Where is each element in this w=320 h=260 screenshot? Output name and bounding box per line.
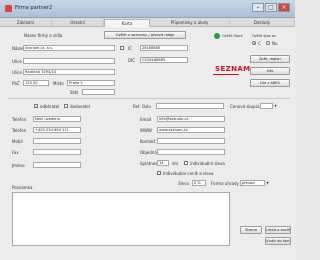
save-close-button[interactable]: Uložit a zavřít xyxy=(265,226,291,234)
sleva-label: Sleva xyxy=(178,181,189,186)
title-bar: Firma partner2 – □ × xyxy=(0,0,295,18)
psc-field[interactable]: 150 00 xyxy=(23,80,49,86)
seznam-logo: SEZNAM xyxy=(215,65,251,73)
dic-label: DIČ xyxy=(128,58,136,63)
tab-pripominky[interactable]: Připomínky a úkoly xyxy=(150,19,230,27)
dodavatel-label: dodavatel xyxy=(70,104,90,109)
tab-bar: Základní Ostatní Karta Připomínky a úkol… xyxy=(0,18,295,27)
close-button[interactable]: × xyxy=(278,3,290,12)
stat-field[interactable] xyxy=(82,89,115,95)
radio-nu[interactable] xyxy=(266,41,270,45)
misto-field[interactable]: Praha 5 xyxy=(67,80,115,86)
misto-label: Místo xyxy=(53,81,64,86)
psc-label: PSČ xyxy=(12,81,20,86)
ic-label: IČ xyxy=(128,46,132,51)
mobil-label: Mobil xyxy=(12,139,23,144)
ulice-field[interactable] xyxy=(23,58,115,64)
odberatel-label: odběratel xyxy=(40,104,60,109)
verify-label: Ověřit stav se xyxy=(252,34,276,38)
storno-button[interactable]: Storno xyxy=(240,226,262,234)
price-list-label: Individuální ceník a sleva xyxy=(163,171,214,176)
radio-c-label: C xyxy=(258,41,261,46)
side-button-3[interactable]: Dle z ARES xyxy=(250,79,290,87)
radio-nu-label: Nu xyxy=(272,41,278,46)
ref-label: Ref. číslo xyxy=(133,104,151,109)
objednavka-field[interactable] xyxy=(157,149,225,155)
dodavatel-checkbox[interactable] xyxy=(64,104,68,108)
verified-label: Ověřit Stará xyxy=(222,34,243,38)
fax-label: Fax xyxy=(12,150,19,155)
minimize-button[interactable]: – xyxy=(252,3,264,12)
telefon-field[interactable]: Není uvedeno xyxy=(33,116,81,122)
radio-c[interactable] xyxy=(252,41,256,45)
cenova-dropdown-icon[interactable]: ▾ xyxy=(272,103,278,109)
side-button-2[interactable]: Info xyxy=(250,67,290,75)
insert-invoice-button[interactable]: Vložit do fakt. xyxy=(265,237,291,245)
ulice-value-field[interactable]: Radlická 3294/10 xyxy=(23,69,115,75)
mobil-field[interactable] xyxy=(33,138,81,144)
tab-karta[interactable]: Karta xyxy=(104,19,150,27)
lookup-button[interactable]: Ověřit v seznamu / převzít údaje xyxy=(104,31,186,39)
kontakt-field[interactable] xyxy=(157,138,225,144)
window: Firma partner2 – □ × Základní Ostatní Ka… xyxy=(0,0,295,260)
forma-label: Forma úhrady xyxy=(211,181,239,186)
telefon2-label: Telefon xyxy=(12,128,27,133)
tab-ostatni[interactable]: Ostatní xyxy=(52,19,104,27)
notes-label: Poznámka xyxy=(12,185,33,190)
forma-dropdown-icon[interactable]: ▾ xyxy=(264,180,270,186)
telefon2-field[interactable]: +420 234 694 111 xyxy=(33,127,81,133)
jmeno-field[interactable] xyxy=(33,162,81,168)
fax-field[interactable] xyxy=(33,149,81,155)
verified-status-icon xyxy=(214,33,220,39)
splatnost-unit: dní xyxy=(172,161,179,166)
nazev-field[interactable]: Seznam.cz, a.s. xyxy=(23,45,115,51)
email-field[interactable]: info@seznam.cz xyxy=(157,116,225,122)
stat-label: Stát xyxy=(70,90,79,95)
www-field[interactable]: www.seznam.cz xyxy=(157,127,225,133)
ulice-label: Ulice xyxy=(12,59,22,64)
maximize-button[interactable]: □ xyxy=(265,3,277,12)
individual-label: individuální sleva xyxy=(190,161,225,166)
ulice2-label: Ulice xyxy=(12,70,22,75)
notes-textarea[interactable] xyxy=(12,192,230,246)
side-button-1[interactable]: Zpět, registr xyxy=(250,55,290,63)
odberatel-checkbox[interactable]: ✓ xyxy=(34,104,38,109)
tab-doklady[interactable]: Doklady xyxy=(230,19,295,27)
telefon-label: Telefon xyxy=(12,117,27,122)
app-icon xyxy=(5,5,12,12)
ic-checkbox[interactable] xyxy=(120,46,124,50)
logo-underline xyxy=(213,74,239,75)
kontakt-label: Kontakt xyxy=(140,139,156,144)
sleva-field[interactable]: 0 % xyxy=(192,180,206,186)
jmeno-label: Jméno xyxy=(12,163,25,168)
dic-field[interactable]: CZ26168685 xyxy=(140,57,188,63)
email-label: Email xyxy=(140,117,152,122)
tab-zakladni[interactable]: Základní xyxy=(0,19,52,27)
splatnost-field[interactable]: 14 xyxy=(157,160,169,166)
cenova-label: Cenová skupina xyxy=(230,104,262,109)
price-list-checkbox[interactable] xyxy=(157,171,161,175)
divider xyxy=(8,98,290,99)
ref-field[interactable] xyxy=(156,103,224,109)
www-label: WWW xyxy=(140,128,152,133)
ic-field[interactable]: 26168685 xyxy=(140,45,188,51)
name-section-label: Název firmy a sídla xyxy=(24,33,63,38)
window-title: Firma partner2 xyxy=(15,5,53,11)
individual-checkbox[interactable] xyxy=(184,161,188,165)
